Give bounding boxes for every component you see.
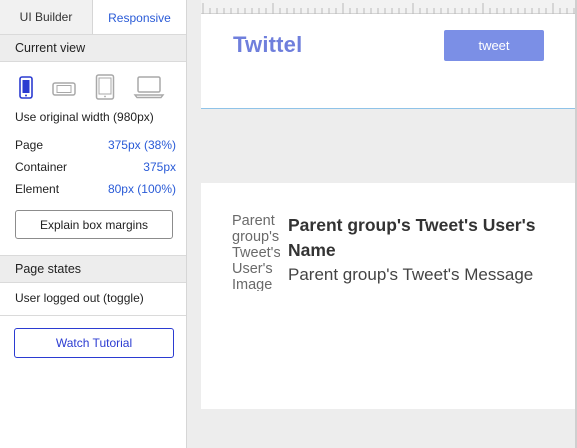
phone-icon[interactable] [16,74,36,102]
tweet-repeating-group[interactable]: Parent group's Tweet's User's Image Pare… [201,183,576,409]
container-width-label: Container [15,160,68,174]
laptop-icon[interactable] [133,74,165,102]
element-width-value[interactable]: 80px (100%) [108,182,176,196]
page-width-row: Page 375px (38%) [15,137,176,153]
phone-landscape-icon[interactable] [51,74,77,102]
section-divider [0,315,186,316]
panel-tabs: UI Builder Responsive [0,0,186,35]
page-width-label: Page [15,138,44,152]
current-view-heading: Current view [0,34,186,62]
element-width-row: Element 80px (100%) [15,181,176,197]
page-header[interactable]: Twittel tweet [201,14,576,109]
page-canvas: Twittel tweet Parent group's Tweet's Use… [187,0,577,448]
element-width-label: Element [15,182,60,196]
container-width-row: Container 375px [15,159,176,175]
user-image-placeholder[interactable]: Parent group's Tweet's User's Image [232,213,280,291]
horizontal-ruler [201,0,577,14]
tweet-button[interactable]: tweet [444,30,544,61]
container-width-value[interactable]: 375px [143,160,176,174]
tablet-icon[interactable] [94,74,116,102]
watch-tutorial-button[interactable]: Watch Tutorial [14,328,174,358]
page-states-heading: Page states [0,255,186,283]
tab-responsive[interactable]: Responsive [93,0,186,35]
tweet-user-name[interactable]: Parent group's Tweet's User's Name [288,213,558,263]
responsive-panel: UI Builder Responsive Current view Use o… [0,0,187,448]
device-selector [0,74,186,102]
user-logged-out-toggle[interactable]: User logged out (toggle) [15,291,144,305]
app-logo[interactable]: Twittel [233,32,302,58]
use-original-width[interactable]: Use original width (980px) [15,110,154,124]
tweet-message[interactable]: Parent group's Tweet's Message [288,264,568,286]
page-width-value[interactable]: 375px (38%) [108,138,176,152]
explain-box-margins-button[interactable]: Explain box margins [15,210,173,239]
tab-ui-builder[interactable]: UI Builder [0,0,93,35]
